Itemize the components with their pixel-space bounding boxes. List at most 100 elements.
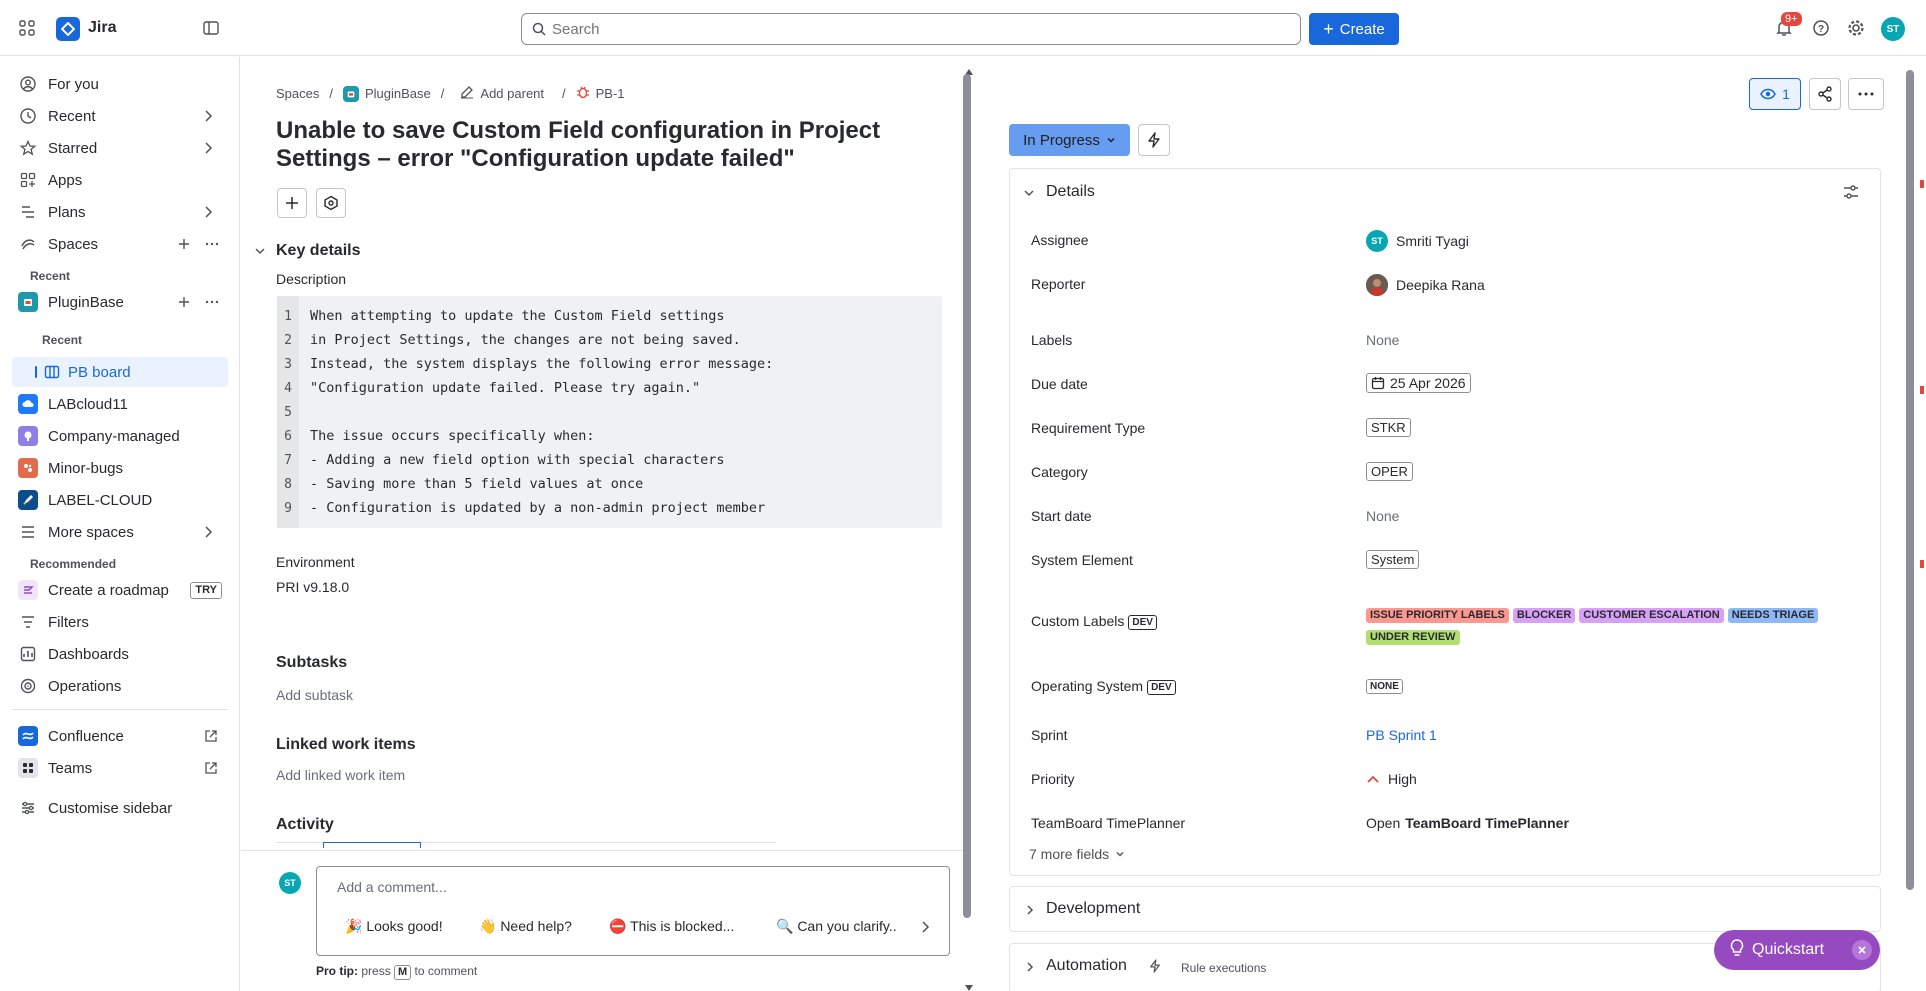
- sidebar-item-more-spaces[interactable]: More spaces: [12, 517, 228, 547]
- close-icon[interactable]: [1852, 940, 1872, 960]
- custom-labels-text: Custom Labels: [1031, 613, 1125, 629]
- right-panel-scrollbar[interactable]: [1906, 70, 1914, 890]
- search-input[interactable]: [552, 14, 1292, 44]
- user-avatar[interactable]: ST: [1881, 17, 1905, 41]
- label-chip: CUSTOMER ESCALATION: [1579, 608, 1724, 623]
- add-linked-work-item-link[interactable]: Add linked work item: [276, 767, 405, 783]
- issue-title[interactable]: Unable to save Custom Field configuratio…: [276, 117, 926, 173]
- key-details-heading[interactable]: Key details: [276, 242, 360, 260]
- more-fields-toggle[interactable]: 7 more fields: [1029, 846, 1125, 862]
- activity-tab-active[interactable]: [323, 842, 421, 848]
- sidebar-item-plans[interactable]: Plans: [12, 197, 228, 227]
- sidebar-item-filters[interactable]: Filters: [12, 607, 228, 637]
- sidebar-label: More spaces: [48, 523, 134, 541]
- quick-reply-clarify[interactable]: 🔍 Can you clarify..: [776, 918, 897, 935]
- assignee-label: Assignee: [1031, 232, 1089, 248]
- search-bar[interactable]: [521, 13, 1301, 45]
- due-date-field[interactable]: 25 Apr 2026: [1366, 373, 1471, 393]
- status-dropdown[interactable]: In Progress: [1009, 124, 1130, 156]
- chevron-right-icon[interactable]: [917, 919, 933, 935]
- chevron-down-icon[interactable]: [1022, 186, 1036, 200]
- development-section[interactable]: Development: [1009, 886, 1881, 932]
- breadcrumb-separator: /: [329, 86, 333, 101]
- scroll-down-icon[interactable]: [965, 978, 973, 991]
- comment-box[interactable]: Add a comment... 🎉 Looks good! 👋 Need he…: [316, 866, 950, 956]
- configure-fields-icon[interactable]: [1842, 183, 1860, 201]
- add-subtask-link[interactable]: Add subtask: [276, 687, 353, 703]
- more-options-icon[interactable]: [204, 236, 220, 252]
- system-element-field[interactable]: System: [1366, 550, 1420, 569]
- watch-button[interactable]: 1: [1749, 78, 1801, 110]
- settings-gear-icon[interactable]: [1846, 18, 1866, 38]
- create-button[interactable]: + Create: [1309, 13, 1399, 45]
- sidebar-item-pb-board[interactable]: PB board: [12, 357, 228, 387]
- app-switcher-icon[interactable]: [18, 19, 36, 37]
- chevron-down-icon[interactable]: [253, 244, 267, 258]
- sidebar-item-company-managed[interactable]: Company-managed: [12, 421, 228, 451]
- sidebar-item-labcloud11[interactable]: LABcloud11: [12, 389, 228, 419]
- sidebar-item-pluginbase[interactable]: PluginBase: [12, 287, 228, 317]
- top-navigation: Jira + Create 9+ ? ST: [0, 0, 1926, 56]
- quick-reply-blocked[interactable]: ⛔ This is blocked...: [609, 918, 734, 935]
- code-text: The issue occurs specifically when:: [310, 428, 595, 444]
- quickstart-button[interactable]: Quickstart: [1714, 930, 1880, 970]
- sidebar-label: LABcloud11: [48, 395, 128, 413]
- sidebar-item-dashboards[interactable]: Dashboards: [12, 639, 228, 669]
- roadmap-icon: [18, 580, 38, 600]
- breadcrumb-spaces[interactable]: Spaces: [276, 86, 319, 101]
- environment-value[interactable]: PRI v9.18.0: [276, 579, 349, 595]
- lightning-icon: [1149, 959, 1161, 976]
- share-icon: [1818, 86, 1832, 102]
- assignee-field[interactable]: ST Smriti Tyagi: [1366, 230, 1469, 252]
- more-options-icon[interactable]: [204, 294, 220, 310]
- breadcrumb-project[interactable]: PluginBase: [365, 86, 431, 101]
- category-field[interactable]: OPER: [1366, 462, 1413, 481]
- reporter-field[interactable]: Deepika Rana: [1366, 274, 1485, 296]
- add-parent-link[interactable]: Add parent: [480, 86, 544, 101]
- sidebar-item-operations[interactable]: Operations: [12, 671, 228, 701]
- priority-field[interactable]: High: [1366, 771, 1417, 787]
- operating-system-field[interactable]: NONE: [1366, 679, 1403, 694]
- collapse-sidebar-icon[interactable]: [202, 19, 220, 37]
- sidebar-item-starred[interactable]: Starred: [12, 133, 228, 163]
- sidebar-item-minor-bugs[interactable]: Minor-bugs: [12, 453, 228, 483]
- sidebar-item-recent[interactable]: Recent: [12, 101, 228, 131]
- timeplanner-field[interactable]: Open TeamBoard TimePlanner: [1366, 815, 1569, 831]
- sidebar-item-confluence[interactable]: Confluence: [12, 721, 228, 751]
- sidebar-item-label-cloud[interactable]: LABEL-CLOUD: [12, 485, 228, 515]
- help-icon[interactable]: ?: [1811, 18, 1831, 38]
- details-heading[interactable]: Details: [1046, 183, 1095, 201]
- add-icon[interactable]: [176, 294, 192, 310]
- add-space-icon[interactable]: [176, 236, 192, 252]
- sidebar-item-create-roadmap[interactable]: Create a roadmap TRY: [12, 575, 228, 605]
- main-scrollbar[interactable]: [963, 74, 971, 918]
- automation-button[interactable]: [1138, 124, 1170, 156]
- chevron-right-icon[interactable]: [200, 204, 216, 220]
- share-button[interactable]: [1809, 78, 1841, 110]
- description-code-block[interactable]: 1 When attempting to update the Custom Fi…: [277, 296, 942, 528]
- sprint-link[interactable]: PB Sprint 1: [1366, 727, 1437, 743]
- quick-reply-need-help[interactable]: 👋 Need help?: [479, 918, 572, 935]
- sidebar-item-for-you[interactable]: For you: [12, 69, 228, 99]
- jira-logo-icon[interactable]: [56, 17, 80, 41]
- sidebar-item-customise[interactable]: Customise sidebar: [12, 793, 228, 823]
- app-name[interactable]: Jira: [88, 19, 116, 37]
- quick-reply-looks-good[interactable]: 🎉 Looks good!: [345, 918, 443, 935]
- add-button[interactable]: [277, 188, 307, 218]
- operations-icon: [18, 676, 38, 696]
- comment-placeholder[interactable]: Add a comment...: [337, 879, 447, 895]
- sidebar-item-teams[interactable]: Teams: [12, 753, 228, 783]
- issue-key-link[interactable]: PB-1: [596, 86, 625, 101]
- sidebar-item-apps[interactable]: Apps: [12, 165, 228, 195]
- apps-button[interactable]: [316, 188, 346, 218]
- labels-value[interactable]: None: [1366, 332, 1399, 348]
- chevron-right-icon[interactable]: [200, 524, 216, 540]
- start-date-value[interactable]: None: [1366, 508, 1399, 524]
- requirement-type-field[interactable]: STKR: [1366, 418, 1411, 437]
- sidebar-item-spaces[interactable]: Spaces: [12, 229, 228, 259]
- chevron-right-icon[interactable]: [200, 140, 216, 156]
- sidebar-recent-subheader: Recent: [42, 333, 83, 347]
- chevron-right-icon[interactable]: [200, 108, 216, 124]
- more-actions-button[interactable]: [1848, 78, 1884, 110]
- custom-labels-field[interactable]: ISSUE PRIORITY LABELS BLOCKER CUSTOMER ESC…: [1366, 602, 1866, 646]
